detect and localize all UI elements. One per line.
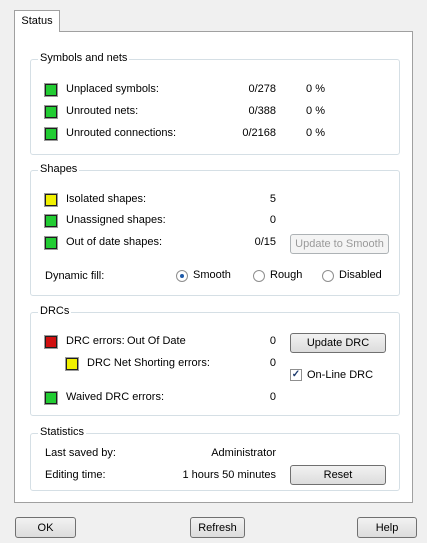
unrouted-connections-label: Unrouted connections:: [66, 127, 177, 139]
reset-button[interactable]: Reset: [290, 465, 386, 485]
dynamic-fill-label: Dynamic fill:: [45, 270, 105, 282]
out-of-date-shapes-label: Out of date shapes:: [66, 236, 163, 248]
isolated-shapes-status-icon: [44, 193, 58, 207]
fill-smooth-label[interactable]: Smooth: [193, 269, 231, 281]
fill-disabled-label[interactable]: Disabled: [339, 269, 382, 281]
drc-net-shorting-status-icon: [65, 357, 79, 371]
last-saved-value: Administrator: [211, 447, 276, 459]
ok-button[interactable]: OK: [15, 517, 76, 538]
update-to-smooth-button[interactable]: Update to Smooth: [290, 234, 389, 254]
waived-drc-errors-label: Waived DRC errors:: [66, 391, 164, 403]
unplaced-symbols-pct: 0 %: [306, 83, 325, 95]
drc-errors-value: 0: [269, 335, 276, 347]
last-saved-label: Last saved by:: [45, 447, 116, 459]
isolated-shapes-label: Isolated shapes:: [66, 193, 147, 205]
unassigned-shapes-status-icon: [44, 214, 58, 228]
fill-rough-label[interactable]: Rough: [270, 269, 302, 281]
drcs-title: DRCs: [38, 305, 72, 317]
tab-status[interactable]: Status: [14, 10, 60, 32]
unrouted-nets-pct: 0 %: [306, 105, 325, 117]
drc-net-shorting-label: DRC Net Shorting errors:: [87, 357, 210, 369]
unassigned-shapes-value: 0: [269, 214, 276, 226]
statistics-title: Statistics: [38, 426, 87, 438]
unassigned-shapes-label: Unassigned shapes:: [66, 214, 166, 226]
shapes-title: Shapes: [38, 163, 80, 175]
out-of-date-shapes-status-icon: [44, 236, 58, 250]
editing-time-label: Editing time:: [45, 469, 106, 481]
unrouted-connections-status-icon: [44, 127, 58, 141]
waived-drc-errors-status-icon: [44, 391, 58, 405]
unrouted-connections-pct: 0 %: [306, 127, 325, 139]
update-drc-button[interactable]: Update DRC: [290, 333, 386, 353]
online-drc-checkbox[interactable]: ✓: [290, 369, 302, 381]
help-button[interactable]: Help: [357, 517, 417, 538]
fill-rough-radio[interactable]: [253, 270, 265, 282]
unrouted-connections-value: 0/2168: [242, 127, 276, 139]
unrouted-nets-value: 0/388: [248, 105, 276, 117]
symbols-nets-title: Symbols and nets: [38, 52, 130, 64]
refresh-button[interactable]: Refresh: [190, 517, 245, 538]
online-drc-label[interactable]: On-Line DRC: [307, 369, 373, 381]
drc-errors-status-icon: [44, 335, 58, 349]
drc-net-shorting-value: 0: [269, 357, 276, 369]
drc-errors-status: Out Of Date: [127, 335, 186, 347]
unplaced-symbols-label: Unplaced symbols:: [66, 83, 159, 95]
unrouted-nets-label: Unrouted nets:: [66, 105, 139, 117]
waived-drc-errors-value: 0: [269, 391, 276, 403]
unplaced-symbols-value: 0/278: [248, 83, 276, 95]
fill-smooth-radio[interactable]: [176, 270, 188, 282]
drc-errors-label: DRC errors:: [66, 335, 125, 347]
editing-time-value: 1 hours 50 minutes: [182, 469, 276, 481]
fill-disabled-radio[interactable]: [322, 270, 334, 282]
tab-status-label: Status: [21, 15, 53, 27]
isolated-shapes-value: 5: [269, 193, 276, 205]
unrouted-nets-status-icon: [44, 105, 58, 119]
out-of-date-shapes-value: 0/15: [254, 236, 276, 248]
unplaced-symbols-status-icon: [44, 83, 58, 97]
